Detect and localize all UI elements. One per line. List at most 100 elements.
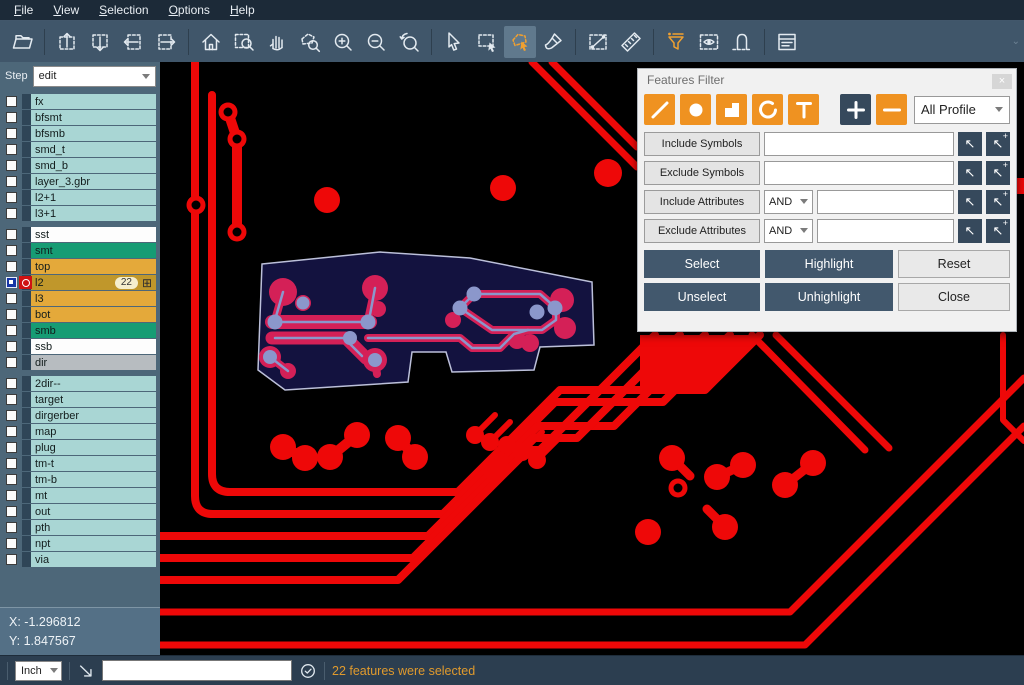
include-attributes-button[interactable]: Include Attributes <box>644 190 760 214</box>
filter-line-button[interactable] <box>644 94 675 125</box>
dialog-title-bar[interactable]: Features Filter × <box>638 69 1016 91</box>
menu-item-view[interactable]: View <box>43 1 89 20</box>
layer-visibility-checkbox[interactable] <box>6 325 17 336</box>
layer-row-tm-t[interactable]: tm-t <box>0 456 160 471</box>
pan-left-button[interactable] <box>117 26 149 58</box>
layer-row-sst[interactable]: sst <box>0 227 160 242</box>
measure-distance-button[interactable] <box>582 26 614 58</box>
select-button[interactable]: Select <box>644 250 760 278</box>
unhighlight-button[interactable]: Unhighlight <box>765 283 893 311</box>
zoom-previous-button[interactable] <box>393 26 425 58</box>
layer-row-via[interactable]: via <box>0 552 160 567</box>
unit-select[interactable]: Inch <box>15 661 62 681</box>
layer-row-plug[interactable]: plug <box>0 440 160 455</box>
layer-row-l2+1[interactable]: l2+1 <box>0 190 160 205</box>
layer-visibility-checkbox[interactable] <box>6 426 17 437</box>
refresh-check-button[interactable] <box>299 662 317 680</box>
menu-item-help[interactable]: Help <box>220 1 265 20</box>
layer-row-map[interactable]: map <box>0 424 160 439</box>
profile-select[interactable]: All Profile <box>914 96 1010 124</box>
pick-add-attribute-button[interactable]: ↖+ <box>986 219 1010 243</box>
layer-row-l3[interactable]: l3 <box>0 291 160 306</box>
layer-visibility-checkbox[interactable] <box>6 176 17 187</box>
zoom-window-button[interactable] <box>228 26 260 58</box>
filter-add-button[interactable] <box>840 94 871 125</box>
layer-visibility-checkbox[interactable] <box>6 474 17 485</box>
highlight-button[interactable]: Highlight <box>765 250 893 278</box>
layer-row-mt[interactable]: mt <box>0 488 160 503</box>
pick-symbol-button[interactable]: ↖ <box>958 161 982 185</box>
layer-visibility-checkbox[interactable] <box>6 261 17 272</box>
layer-visibility-checkbox[interactable] <box>6 245 17 256</box>
toolbar-overflow-chevron[interactable]: ⌄ <box>1012 36 1024 47</box>
measure-ruler-button[interactable] <box>615 26 647 58</box>
include-symbols-button[interactable]: Include Symbols <box>644 132 760 156</box>
exclude-attributes-operator-select[interactable]: AND <box>764 219 813 243</box>
layer-row-layer_3.gbr[interactable]: layer_3.gbr <box>0 174 160 189</box>
layer-visibility-checkbox[interactable] <box>6 341 17 352</box>
layer-row-2dir--[interactable]: 2dir-- <box>0 376 160 391</box>
layer-row-smt[interactable]: smt <box>0 243 160 258</box>
layer-visibility-checkbox[interactable] <box>6 96 17 107</box>
pick-add-symbol-button[interactable]: ↖+ <box>986 161 1010 185</box>
grid-icon[interactable]: ⊞ <box>142 277 152 289</box>
pan-down-button[interactable] <box>84 26 116 58</box>
layer-visibility-checkbox[interactable] <box>6 229 17 240</box>
layer-visibility-checkbox[interactable] <box>6 144 17 155</box>
layer-visibility-checkbox[interactable] <box>6 293 17 304</box>
layer-visibility-checkbox[interactable] <box>6 378 17 389</box>
layer-row-out[interactable]: out <box>0 504 160 519</box>
layer-row-bfsmb[interactable]: bfsmb <box>0 126 160 141</box>
zoom-polygon-button[interactable] <box>294 26 326 58</box>
layer-visibility-checkbox[interactable] <box>6 490 17 501</box>
include-attributes-operator-select[interactable]: AND <box>764 190 813 214</box>
layer-row-tm-b[interactable]: tm-b <box>0 472 160 487</box>
pcb-canvas[interactable]: Features Filter × All Profile <box>160 62 1024 655</box>
zoom-in-button[interactable] <box>327 26 359 58</box>
layer-visibility-checkbox[interactable] <box>6 357 17 368</box>
layer-row-bfsmt[interactable]: bfsmt <box>0 110 160 125</box>
layer-visibility-checkbox[interactable] <box>6 506 17 517</box>
pan-right-button[interactable] <box>150 26 182 58</box>
menu-item-options[interactable]: Options <box>159 1 220 20</box>
layer-visibility-checkbox[interactable] <box>6 112 17 123</box>
layer-row-l2[interactable]: l222⊞ <box>0 275 160 290</box>
include-symbols-field[interactable] <box>764 132 954 156</box>
layer-row-smd_t[interactable]: smd_t <box>0 142 160 157</box>
unselect-button[interactable]: Unselect <box>644 283 760 311</box>
open-folder-button[interactable] <box>6 26 38 58</box>
angle-mode-button[interactable] <box>77 662 95 680</box>
exclude-attributes-button[interactable]: Exclude Attributes <box>644 219 760 243</box>
layer-row-smb[interactable]: smb <box>0 323 160 338</box>
layer-row-pth[interactable]: pth <box>0 520 160 535</box>
layer-visibility-checkbox[interactable] <box>6 522 17 533</box>
pick-symbol-button[interactable]: ↖ <box>958 132 982 156</box>
dialog-close-button[interactable]: × <box>992 74 1012 89</box>
select-polygon-button[interactable] <box>504 26 536 58</box>
select-rectangle-button[interactable] <box>471 26 503 58</box>
pick-attribute-button[interactable]: ↖ <box>958 219 982 243</box>
layer-visibility-checkbox[interactable] <box>6 160 17 171</box>
layer-visibility-checkbox[interactable] <box>6 458 17 469</box>
filter-pad-button[interactable] <box>680 94 711 125</box>
menu-item-file[interactable]: File <box>4 1 43 20</box>
features-filter-button[interactable] <box>660 26 692 58</box>
layer-visibility-checkbox[interactable] <box>6 192 17 203</box>
reset-button[interactable]: Reset <box>898 250 1010 278</box>
pan-hand-button[interactable] <box>261 26 293 58</box>
layer-visibility-checkbox[interactable] <box>6 554 17 565</box>
layer-row-fx[interactable]: fx <box>0 94 160 109</box>
layer-visibility-checkbox[interactable] <box>6 394 17 405</box>
close-button[interactable]: Close <box>898 283 1010 311</box>
zoom-out-button[interactable] <box>360 26 392 58</box>
pick-add-symbol-button[interactable]: ↖+ <box>986 132 1010 156</box>
select-pointer-button[interactable] <box>438 26 470 58</box>
pan-up-button[interactable] <box>51 26 83 58</box>
include-attributes-field[interactable] <box>817 190 954 214</box>
pick-add-attribute-button[interactable]: ↖+ <box>986 190 1010 214</box>
layer-visibility-checkbox[interactable] <box>6 442 17 453</box>
command-input[interactable] <box>102 660 292 681</box>
layer-visibility-checkbox[interactable] <box>6 538 17 549</box>
layer-row-top[interactable]: top <box>0 259 160 274</box>
layer-row-target[interactable]: target <box>0 392 160 407</box>
